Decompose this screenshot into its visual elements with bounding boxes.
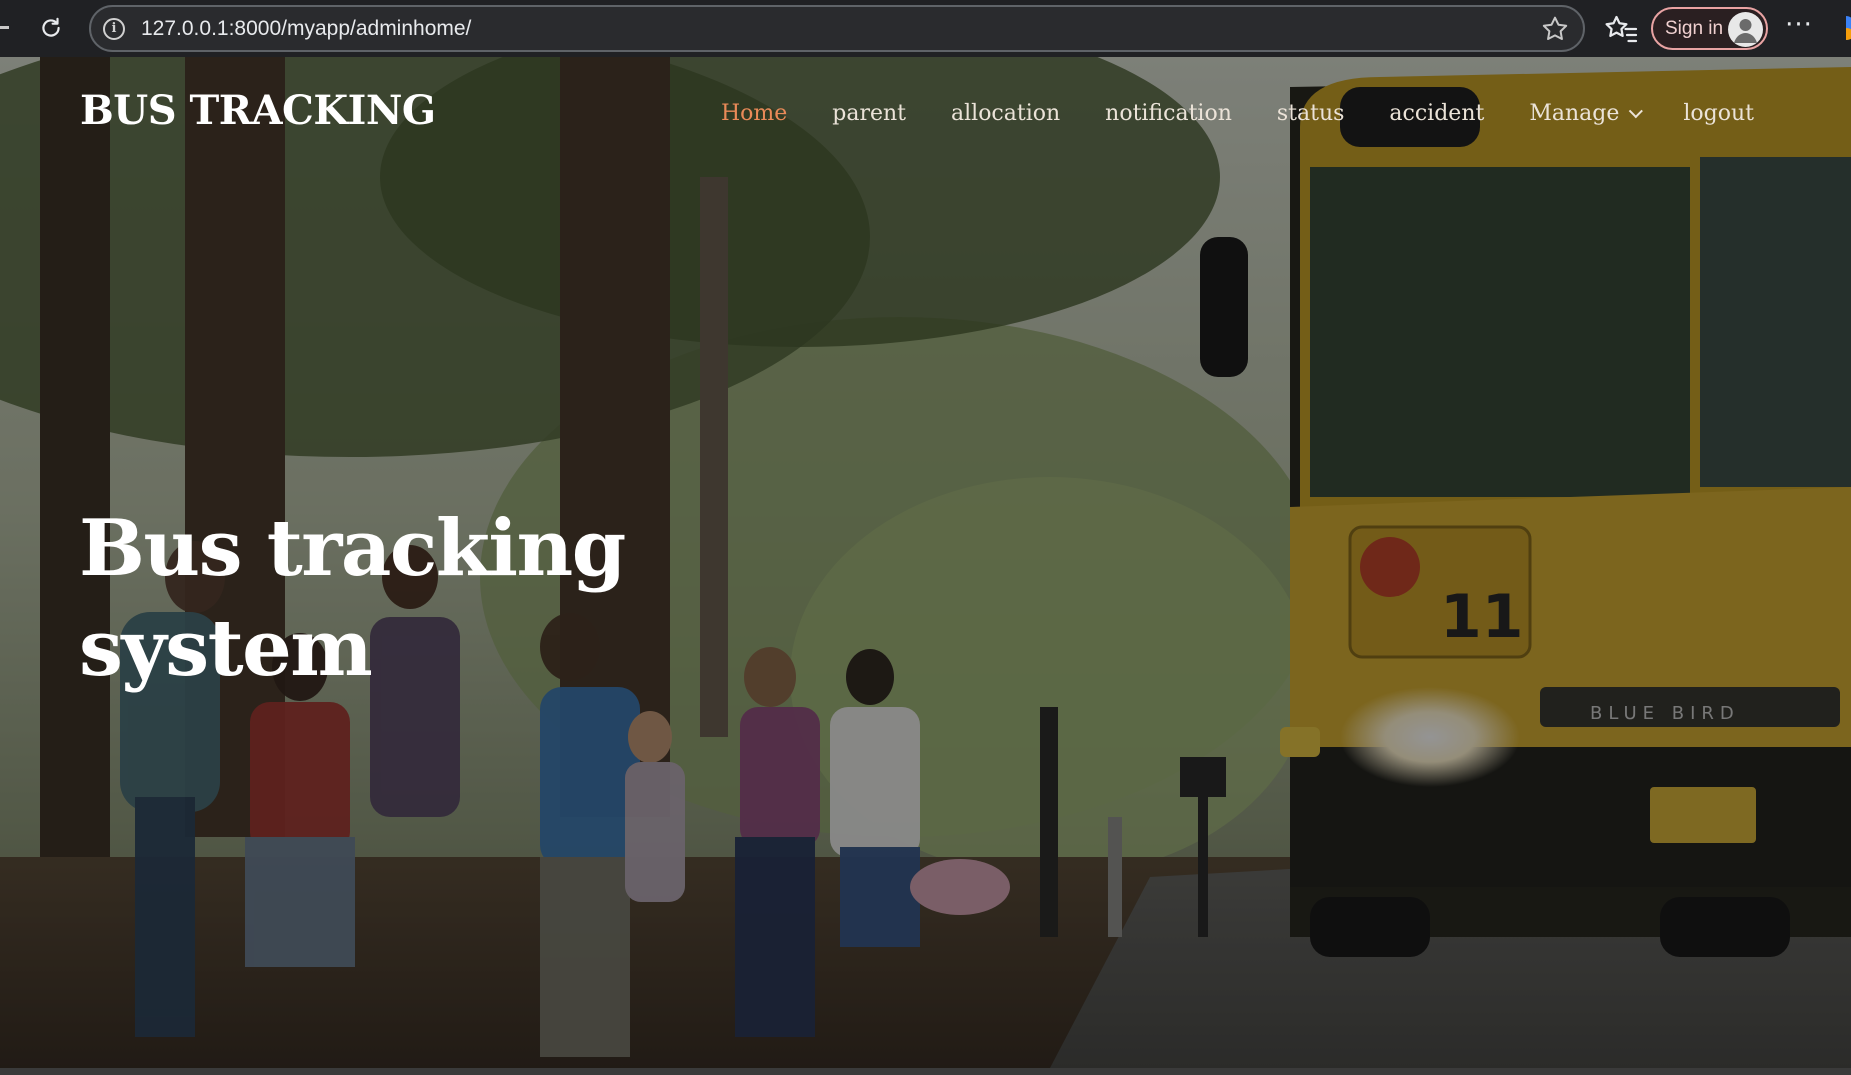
hero-title: Bus tracking system [79,499,779,699]
nav-notification[interactable]: notification [1105,101,1232,126]
address-bar[interactable]: i 127.0.0.1:8000/myapp/adminhome/ [89,5,1585,52]
site-header: BUS TRACKING Home parent allocation noti… [0,57,1851,177]
page-bottom-edge [0,1068,1851,1075]
nav-allocation[interactable]: allocation [951,101,1060,126]
site-logo[interactable]: BUS TRACKING [80,87,436,134]
nav-logout[interactable]: logout [1683,101,1754,126]
copilot-icon[interactable] [1836,12,1851,44]
nav-status[interactable]: status [1277,101,1345,126]
reload-icon [42,17,60,37]
window-edge-marker [0,26,9,29]
page-viewport: 11 BLUE BIRD BUS TRACKING Home parent al… [0,57,1851,1068]
sign-in-button[interactable]: Sign in [1651,7,1768,50]
nav-manage-label: Manage [1529,101,1620,126]
nav-manage-dropdown[interactable]: Manage [1529,101,1644,126]
star-icon[interactable] [1539,13,1571,45]
nav-home[interactable]: Home [721,101,787,126]
url-text[interactable]: 127.0.0.1:8000/myapp/adminhome/ [141,16,471,42]
chevron-down-icon [1629,103,1644,118]
favorites-icon[interactable] [1603,11,1639,47]
browser-toolbar: i 127.0.0.1:8000/myapp/adminhome/ Sign i… [0,0,1851,57]
hero-title-line1: Bus tracking [79,503,626,595]
info-icon[interactable]: i [103,18,125,40]
hero-title-line2: system [79,603,373,695]
nav-accident[interactable]: accident [1389,101,1484,126]
more-icon[interactable]: ··· [1781,10,1817,46]
sign-in-label: Sign in [1665,17,1724,39]
nav-parent[interactable]: parent [832,101,906,126]
main-nav: Home parent allocation notification stat… [676,101,1754,126]
avatar-icon [1728,12,1763,47]
reload-button[interactable] [33,10,69,46]
